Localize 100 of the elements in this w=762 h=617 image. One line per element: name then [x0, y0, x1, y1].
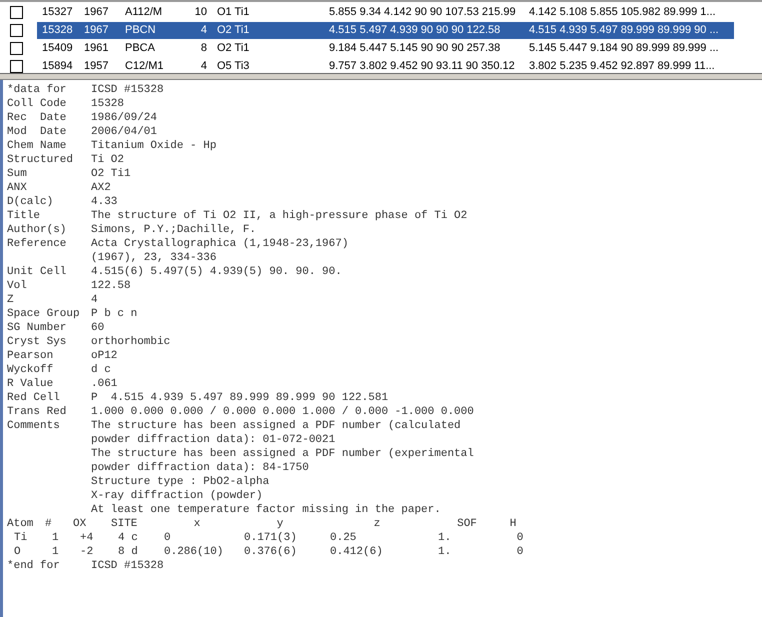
column-header: z — [372, 517, 382, 531]
table-cell-text: 9.757 3.802 9.452 90 93.11 90 350.12 — [329, 60, 516, 72]
table-cell-text: O2 Ti1 — [217, 24, 250, 36]
field-value: ICSD #15328 — [91, 559, 164, 573]
table-cell-text: 0 — [516, 545, 524, 559]
table-cell-text: 4 — [200, 60, 208, 72]
checkbox[interactable] — [10, 24, 23, 36]
field-label: Rec Date — [7, 111, 68, 125]
table-cell-text: 1 — [52, 545, 60, 559]
field-value: ICSD #15328 — [91, 83, 164, 97]
table-cell-text: 1967 — [84, 6, 110, 18]
checkbox[interactable] — [10, 6, 23, 18]
checkbox[interactable] — [10, 60, 23, 72]
field-value: oP12 — [91, 349, 118, 363]
field-label: Mod Date — [7, 125, 68, 139]
field-value: Structure type : PbO2-alpha — [91, 475, 270, 489]
field-value: X-ray diffraction (powder) — [91, 489, 263, 503]
field-label: Chem Name — [7, 139, 68, 153]
field-label: Wyckoff — [7, 363, 54, 377]
field-label: Vol — [7, 279, 28, 293]
field-value: powder diffraction data): 01-072-0021 — [91, 433, 336, 447]
table-cell-text: 0.376(6) — [244, 545, 298, 559]
column-header: x — [192, 517, 202, 531]
field-label: R Value — [7, 377, 54, 391]
table-cell-text: 1957 — [84, 60, 110, 72]
field-label: Cryst Sys — [7, 335, 68, 349]
table-cell-text: 5.145 5.447 9.184 90 89.999 89.999 ... — [529, 42, 720, 54]
column-header: Atom — [7, 517, 34, 531]
table-cell-text: O — [14, 545, 22, 559]
table-cell-text: 1961 — [84, 42, 110, 54]
table-cell-text: O1 Ti1 — [217, 6, 250, 18]
table-cell-text: 10 — [194, 6, 208, 18]
table-cell-text: C12/M1 — [125, 60, 165, 72]
field-label: Trans Red — [7, 405, 68, 419]
table-cell-text: 1 — [52, 531, 60, 545]
field-label: Comments — [7, 419, 61, 433]
field-value: At least one temperature factor missing in the paper. — [91, 503, 441, 517]
table-cell-text: A112/M — [125, 6, 164, 18]
field-label: Reference — [7, 237, 68, 251]
table-cell-text: 4 — [200, 24, 208, 36]
field-label: Space Group — [7, 307, 81, 321]
table-cell-text: 0 — [164, 531, 172, 545]
field-value: Ti O2 — [91, 153, 124, 167]
field-label: Title — [7, 209, 42, 223]
field-value: orthorhombic — [91, 335, 170, 349]
field-value: 1.000 0.000 0.000 / 0.000 0.000 1.000 / 0.000 -1.000 0.000 — [91, 405, 474, 419]
field-value: The structure of Ti O2 II, a high-pressure phase of Ti O2 — [91, 209, 468, 223]
field-value: 4.33 — [91, 195, 118, 209]
field-value: 4.515(6) 5.497(5) 4.939(5) 90. 90. 90. — [91, 265, 342, 279]
field-value: 2006/04/01 — [91, 125, 158, 139]
table-cell-text: 0.412(6) — [330, 545, 384, 559]
field-value: The structure has been assigned a PDF number (calculated — [91, 419, 461, 433]
field-value: P b c n — [91, 307, 138, 321]
table-cell-text: PBCN — [125, 24, 157, 36]
table-cell-text: O5 Ti3 — [217, 60, 250, 72]
field-label: D(calc) — [7, 195, 54, 209]
table-cell-text: 15328 — [42, 24, 74, 36]
field-label: Author(s) — [7, 223, 68, 237]
result-row[interactable]: 15894 1957 C12/M1 4 O5 Ti3 9.757 3.802 9.452 90 93.11 90 350.12 3.802 5.235 9.452 92.897 89.999 11... — [37, 58, 734, 74]
table-cell-text: 1. — [438, 531, 452, 545]
field-value: d c — [91, 363, 111, 377]
field-value: The structure has been assigned a PDF number (experimental — [91, 447, 474, 461]
field-label: Coll Code — [7, 97, 68, 111]
result-row[interactable]: 15328 1967 PBCN 4 O2 Ti1 4.515 5.497 4.939 90 90 90 122.58 4.515 4.939 5.497 89.999 89.999 90 ... — [37, 22, 734, 38]
table-cell-text: 4.515 4.939 5.497 89.999 89.999 90 ... — [529, 24, 720, 36]
table-cell-text: 1. — [438, 545, 452, 559]
table-cell-text: 3.802 5.235 9.452 92.897 89.999 11... — [529, 60, 716, 72]
field-value: 122.58 — [91, 279, 131, 293]
field-value: O2 Ti1 — [91, 167, 131, 181]
field-label: Sum — [7, 167, 28, 181]
field-label: ANX — [7, 181, 28, 195]
field-label: SG Number — [7, 321, 68, 335]
result-row[interactable]: 15409 1961 PBCA 8 O2 Ti1 9.184 5.447 5.145 90 90 90 257.38 5.145 5.447 9.184 90 89.999 89.999 ... — [37, 40, 734, 56]
checkbox[interactable] — [10, 42, 23, 54]
field-value: powder diffraction data): 84-1750 — [91, 461, 309, 475]
field-label: Structured — [7, 153, 74, 167]
table-cell-text: 4 c — [118, 531, 139, 545]
table-cell-text: 9.184 5.447 5.145 90 90 90 257.38 — [329, 42, 502, 54]
table-cell-text: 1967 — [84, 24, 110, 36]
field-value: Simons, P.Y.;Dachille, F. — [91, 223, 256, 237]
field-label: Pearson — [7, 349, 54, 363]
field-value: 1986/09/24 — [91, 111, 158, 125]
table-cell-text: 5.855 9.34 4.142 90 90 107.53 215.99 — [329, 6, 517, 18]
table-cell-text: 4.515 5.497 4.939 90 90 90 122.58 — [329, 24, 502, 36]
field-label: Unit Cell — [7, 265, 68, 279]
table-cell-text: +4 — [80, 531, 94, 545]
field-label: Red Cell — [7, 391, 61, 405]
field-label: *data for — [7, 83, 68, 97]
table-cell-text: 4.142 5.108 5.855 105.982 89.999 1... — [529, 6, 717, 18]
column-header: y — [276, 517, 284, 531]
field-value: 60 — [91, 321, 104, 335]
field-value: (1967), 23, 334-336 — [91, 251, 216, 265]
table-cell-text: Ti — [14, 531, 28, 545]
field-label: *end for — [7, 559, 61, 573]
table-cell-text: PBCA — [125, 42, 156, 54]
result-row[interactable]: 15327 1967 A112/M 10 O1 Ti1 5.855 9.34 4.142 90 90 107.53 215.99 4.142 5.108 5.855 105.982 89.999 1... — [37, 4, 734, 20]
field-value: 15328 — [91, 97, 124, 111]
table-cell-text: 0.171(3) — [244, 531, 298, 545]
table-cell-text: 0.286(10) — [164, 545, 224, 559]
table-cell-text: O2 Ti1 — [217, 42, 250, 54]
